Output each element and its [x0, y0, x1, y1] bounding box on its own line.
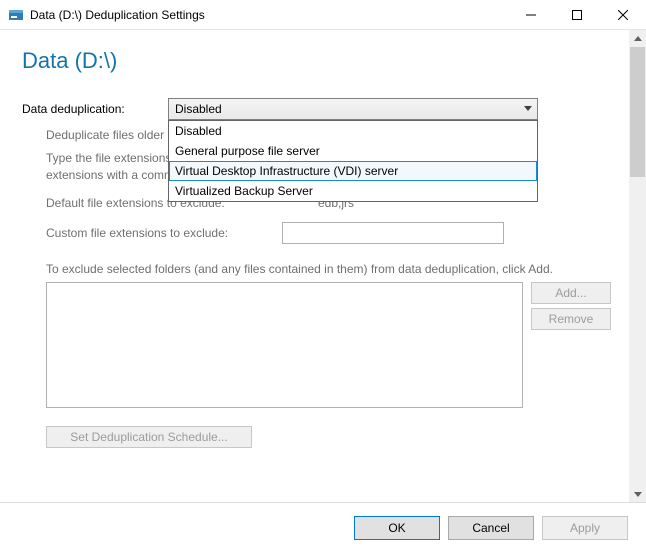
window-controls: [508, 0, 646, 29]
content-area: Data (D:\) Data deduplication: Disabled …: [0, 30, 646, 502]
dedup-option-file-server[interactable]: General purpose file server: [169, 141, 537, 161]
dedup-option-vdi[interactable]: Virtual Desktop Infrastructure (VDI) ser…: [169, 161, 537, 181]
scrollbar-up-icon[interactable]: [629, 30, 646, 47]
folder-listbox[interactable]: [46, 282, 523, 408]
dedup-label: Data deduplication:: [22, 102, 168, 116]
chevron-down-icon[interactable]: [520, 98, 536, 120]
dedup-selected[interactable]: Disabled: [168, 98, 538, 120]
close-button[interactable]: [600, 0, 646, 29]
scrollbar-down-icon[interactable]: [629, 485, 646, 502]
ext-desc-line1: Type the file extensions: [46, 151, 171, 165]
dedup-option-backup[interactable]: Virtualized Backup Server: [169, 181, 537, 201]
minimize-button[interactable]: [508, 0, 554, 29]
window-title: Data (D:\) Deduplication Settings: [30, 8, 508, 22]
dialog-footer: OK Cancel Apply: [0, 502, 646, 552]
dedup-dropdown-list: Disabled General purpose file server Vir…: [168, 120, 538, 202]
remove-button[interactable]: Remove: [531, 308, 611, 330]
add-button[interactable]: Add...: [531, 282, 611, 304]
folder-exclude-area: Add... Remove: [46, 282, 611, 408]
maximize-button[interactable]: [554, 0, 600, 29]
scrollbar-thumb[interactable]: [630, 47, 645, 177]
folder-exclude-description: To exclude selected folders (and any fil…: [46, 262, 611, 276]
apply-button[interactable]: Apply: [542, 516, 628, 540]
dedup-selected-text: Disabled: [175, 102, 222, 116]
dedup-option-disabled[interactable]: Disabled: [169, 121, 537, 141]
cancel-button[interactable]: Cancel: [448, 516, 534, 540]
schedule-button[interactable]: Set Deduplication Schedule...: [46, 426, 252, 448]
ok-button[interactable]: OK: [354, 516, 440, 540]
ext-desc-line2: extensions with a comma: [46, 168, 181, 182]
titlebar: Data (D:\) Deduplication Settings: [0, 0, 646, 30]
custom-ext-label: Custom file extensions to exclude:: [46, 226, 272, 240]
server-manager-icon: [8, 7, 24, 23]
vertical-scrollbar[interactable]: [629, 30, 646, 502]
dedup-combobox[interactable]: Disabled Disabled General purpose file s…: [168, 98, 538, 120]
page-title: Data (D:\): [22, 48, 611, 74]
custom-ext-input[interactable]: [282, 222, 504, 244]
dedup-older-label: Deduplicate files older: [46, 128, 164, 142]
